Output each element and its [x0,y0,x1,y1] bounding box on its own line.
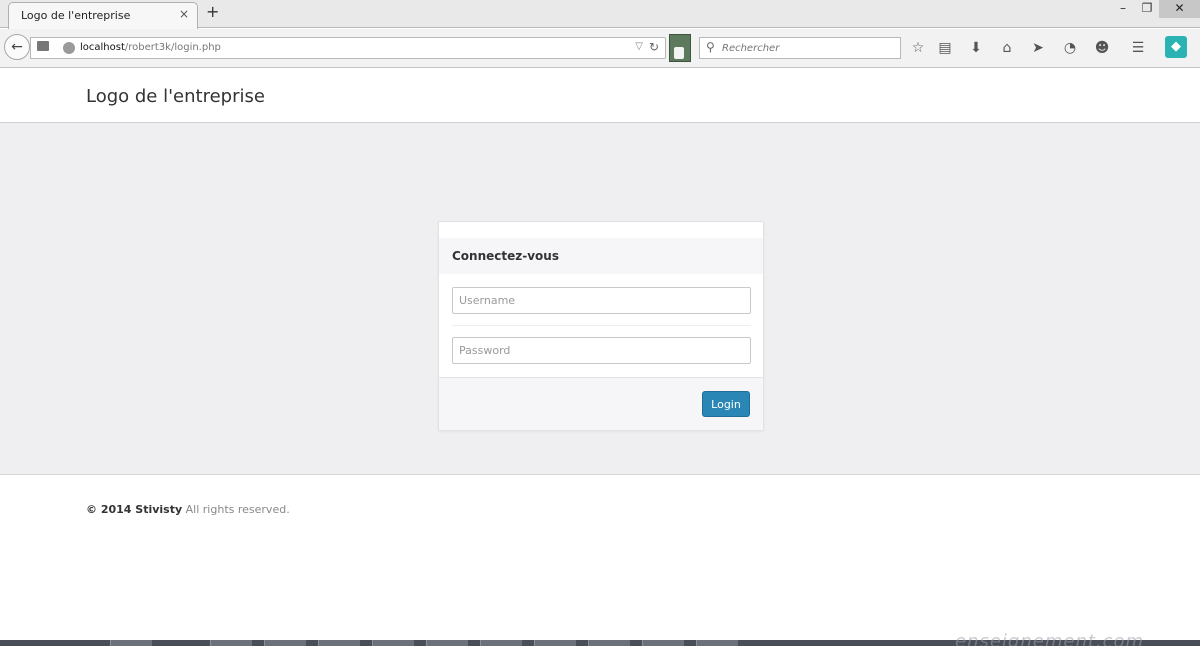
taskbar-item[interactable] [110,640,152,646]
taskbar-item[interactable] [264,640,306,646]
url-dropdown-icon[interactable]: ▽ [635,41,643,52]
back-button[interactable]: ← [4,34,30,60]
url-host: localhost [80,42,125,53]
site-footer: © 2014 Stivisty All rights reserved. [0,475,1200,640]
taskbar-item[interactable] [372,640,414,646]
taskbar-item[interactable] [642,640,684,646]
taskbar-item[interactable] [426,640,468,646]
globe-icon [63,42,75,54]
chat-icon[interactable]: ☻ [1092,38,1112,58]
search-icon: ⚲ [706,40,715,54]
url-bar[interactable]: localhost/robert3k/login.php ▽ ↻ [30,37,666,59]
login-panel: Connectez-vous Login [438,221,764,431]
login-title: Connectez-vous [452,249,559,263]
new-tab-icon[interactable]: + [206,4,219,20]
taskbar-item[interactable] [534,640,576,646]
addon-hook-icon[interactable] [669,34,691,62]
arrow-left-icon: ← [11,39,23,55]
browser-tab-bar: Logo de l'entreprise × + – ❐ ✕ [0,0,1200,29]
taskbar-item[interactable] [480,640,522,646]
username-input[interactable] [452,287,751,314]
menu-icon[interactable]: ☰ [1128,38,1148,58]
search-input[interactable] [722,41,892,55]
web-page: Logo de l'entreprise Connectez-vous Logi… [0,69,1200,640]
taskbar-item[interactable] [696,640,738,646]
url-path: /robert3k/login.php [124,42,221,53]
pocket-icon[interactable]: ◆ [1165,36,1187,58]
bookmarks-icon[interactable]: ▤ [935,38,955,58]
tab-close-icon[interactable]: × [179,7,189,21]
taskbar-item[interactable] [318,640,360,646]
identity-box-icon[interactable] [37,41,49,51]
url-text[interactable]: localhost/robert3k/login.php [80,42,221,53]
window-close-button[interactable]: ✕ [1159,0,1200,18]
field-divider [452,325,751,326]
main-content: Connectez-vous Login [0,123,1200,475]
tab-title: Logo de l'entreprise [21,9,131,22]
login-panel-footer: Login [439,377,763,430]
search-bar[interactable]: ⚲ [699,37,901,59]
browser-toolbar: ← localhost/robert3k/login.php ▽ ↻ ⚲ ☆ ▤… [0,29,1200,68]
copyright-text: © 2014 Stivisty All rights reserved. [86,503,290,516]
login-panel-heading: Connectez-vous [439,238,763,274]
home-icon[interactable]: ⌂ [997,38,1017,58]
password-input[interactable] [452,337,751,364]
taskbar-item[interactable] [588,640,630,646]
copyright-brand: © 2014 Stivisty [86,503,183,516]
browser-tab[interactable]: Logo de l'entreprise × [8,2,198,29]
window-minimize-button[interactable]: – [1112,0,1134,18]
star-icon[interactable]: ☆ [908,38,928,58]
reload-icon[interactable]: ↻ [649,40,659,54]
download-icon[interactable]: ⬇ [966,38,986,58]
login-button[interactable]: Login [702,391,750,417]
site-logo[interactable]: Logo de l'entreprise [86,86,265,107]
site-header: Logo de l'entreprise [0,69,1200,123]
window-restore-button[interactable]: ❐ [1136,0,1158,18]
history-icon[interactable]: ◔ [1060,38,1080,58]
watermark-text: enseignement.com [955,631,1145,646]
copyright-rest: All rights reserved. [182,503,290,516]
send-icon[interactable]: ➤ [1028,38,1048,58]
taskbar-item[interactable] [210,640,252,646]
